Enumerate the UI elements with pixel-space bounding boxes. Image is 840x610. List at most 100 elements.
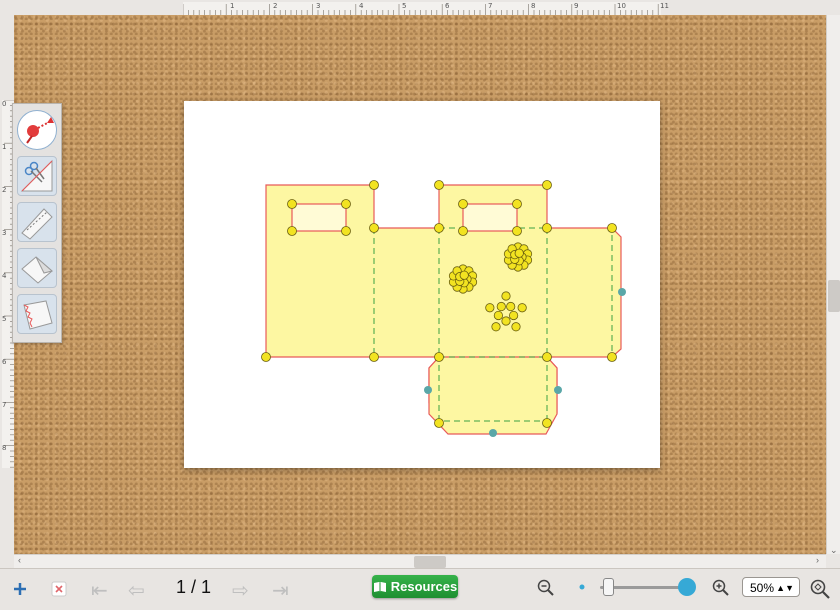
scissors-icon	[20, 159, 53, 192]
scroll-left-arrow[interactable]: ‹	[18, 555, 21, 565]
select-pin-tool[interactable]	[17, 110, 57, 150]
scroll-down-arrow[interactable]: ⌄	[830, 545, 838, 556]
curve-handle[interactable]	[489, 429, 497, 437]
scroll-right-arrow[interactable]: ›	[816, 555, 819, 565]
curve-handle[interactable]	[554, 386, 562, 394]
zoom-fit-icon[interactable]	[809, 578, 831, 600]
ruler-label: 1	[230, 2, 235, 10]
zoom-out-icon[interactable]	[537, 579, 555, 597]
ruler-label: 1	[2, 143, 7, 151]
cut-tool[interactable]	[17, 156, 57, 196]
vertex-handle[interactable]	[542, 223, 552, 233]
vertex-handle[interactable]	[434, 223, 444, 233]
vertex-handle[interactable]	[542, 418, 552, 428]
star-point-handle[interactable]	[485, 303, 495, 313]
zoom-in-icon[interactable]	[712, 579, 730, 597]
star-point-handle[interactable]	[459, 270, 469, 280]
vertex-handle[interactable]	[458, 199, 468, 209]
vertex-handle[interactable]	[287, 199, 297, 209]
perforate-tool[interactable]	[17, 202, 57, 242]
ruler-label: 5	[2, 315, 7, 323]
vertex-handle[interactable]	[512, 226, 522, 236]
ruler-label: 0	[2, 100, 7, 108]
edge-tool[interactable]	[17, 294, 57, 334]
book-icon	[373, 581, 386, 592]
window-cutout-right[interactable]	[462, 203, 518, 232]
ruler-label: 10	[617, 2, 626, 10]
star-point-handle[interactable]	[517, 303, 527, 313]
vertex-handle[interactable]	[341, 199, 351, 209]
select-arrows-icon: ▲▼	[776, 583, 794, 593]
zoom-slider-thumb[interactable]	[602, 578, 614, 596]
vertex-handle[interactable]	[512, 199, 522, 209]
star-point-handle[interactable]	[501, 291, 511, 301]
curve-handle[interactable]	[618, 288, 626, 296]
vertex-handle[interactable]	[607, 223, 617, 233]
ruler-label: 9	[574, 2, 579, 10]
prev-page-icon[interactable]: ⇦	[128, 578, 145, 603]
box-template[interactable]	[184, 101, 660, 468]
vertex-handle[interactable]	[542, 352, 552, 362]
pin-arrow-icon	[26, 117, 54, 144]
ruler-label: 8	[531, 2, 536, 10]
ruler-label: 7	[2, 401, 7, 409]
close-icon[interactable]	[51, 581, 67, 597]
vertex-handle[interactable]	[434, 418, 444, 428]
ruler-label: 7	[488, 2, 493, 10]
vertex-handle[interactable]	[458, 226, 468, 236]
small-zoom-dot	[579, 584, 585, 590]
next-page-icon[interactable]: ⇨	[232, 578, 249, 603]
vertex-handle[interactable]	[434, 180, 444, 190]
star-point-handle[interactable]	[506, 301, 516, 312]
curve-handle[interactable]	[424, 386, 432, 394]
vertical-scrollbar[interactable]: ⌄	[826, 15, 840, 556]
ruler-label: 3	[2, 229, 7, 237]
vertex-handle[interactable]	[607, 352, 617, 362]
star-point-handle[interactable]	[514, 248, 524, 258]
ruler-label: 4	[2, 272, 7, 280]
vertex-handle[interactable]	[287, 226, 297, 236]
horizontal-scroll-thumb[interactable]	[414, 556, 446, 568]
first-page-icon[interactable]: ⇤	[91, 578, 108, 603]
ruler-label: 8	[2, 444, 7, 452]
resources-button[interactable]: Resources	[372, 575, 458, 598]
vertex-handle[interactable]	[341, 226, 351, 236]
vertex-handle[interactable]	[369, 180, 379, 190]
edge-cut-icon	[23, 300, 53, 330]
last-page-icon[interactable]: ⇥	[272, 578, 289, 603]
horizontal-scrollbar[interactable]: ‹ ›	[14, 554, 826, 569]
star-point-handle[interactable]	[501, 316, 511, 326]
ruler-label: 6	[445, 2, 450, 10]
ruler-label: 6	[2, 358, 7, 366]
perforation-icon	[21, 208, 53, 240]
zoom-value: 50%	[750, 581, 775, 595]
star-point-handle[interactable]	[509, 310, 519, 321]
vertex-handle[interactable]	[261, 352, 271, 362]
fold-tool[interactable]	[17, 248, 57, 288]
star-point-handle[interactable]	[491, 322, 501, 332]
window-cutout-left[interactable]	[291, 203, 347, 232]
bottom-flap[interactable]	[428, 356, 558, 435]
ruler-label: 5	[402, 2, 407, 10]
ruler-label: 3	[316, 2, 321, 10]
vertex-handle[interactable]	[369, 352, 379, 362]
page-indicator: 1 / 1	[176, 577, 212, 597]
star-point-handle[interactable]	[496, 301, 506, 312]
plus-icon[interactable]	[12, 581, 28, 597]
star-point-handle[interactable]	[493, 310, 503, 321]
ruler-label: 11	[660, 2, 669, 10]
horizontal-ruler: 1 2 3 4 5 6 7 8 9 10 11	[182, 2, 669, 16]
fold-icon	[21, 256, 54, 284]
paper-sheet[interactable]	[184, 101, 660, 468]
zoom-select[interactable]: 50% ▲▼	[742, 577, 800, 597]
vertical-scroll-thumb[interactable]	[828, 280, 840, 312]
ruler-label: 4	[359, 2, 364, 10]
vertex-handle[interactable]	[434, 352, 444, 362]
large-zoom-dot	[678, 578, 696, 596]
star-point-handle[interactable]	[511, 322, 521, 332]
vertex-handle[interactable]	[369, 223, 379, 233]
vertex-handle[interactable]	[542, 180, 552, 190]
resources-label: Resources	[390, 579, 458, 594]
ruler-label: 2	[2, 186, 7, 194]
tool-palette	[12, 103, 62, 343]
